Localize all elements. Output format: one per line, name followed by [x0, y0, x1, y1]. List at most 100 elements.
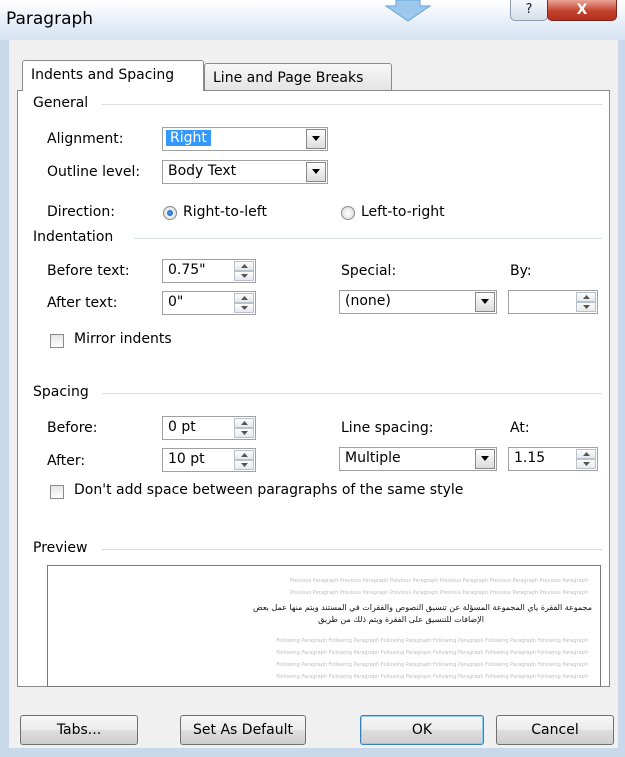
spacing-after-value: 10 pt [168, 451, 205, 467]
special-dropdown[interactable]: (none) [339, 290, 497, 314]
chevron-up-icon [241, 296, 248, 300]
section-spacing-title: Spacing [33, 384, 89, 400]
section-divider [102, 104, 602, 105]
chevron-up-icon [583, 295, 590, 299]
after-text-label: After text: [47, 295, 118, 311]
spin-down-button[interactable] [234, 460, 254, 470]
line-spacing-label: Line spacing: [341, 420, 434, 436]
spacing-before-label: Before: [47, 420, 98, 436]
by-spinner[interactable] [508, 290, 598, 314]
chevron-up-icon [241, 421, 248, 425]
radio-right-to-left[interactable] [163, 206, 177, 220]
spin-down-button[interactable] [576, 302, 596, 312]
alignment-dropdown[interactable]: Right [162, 127, 328, 151]
after-text-spinner[interactable]: 0" [162, 291, 256, 315]
spin-down-button[interactable] [234, 303, 254, 313]
section-general-title: General [33, 95, 89, 111]
dialog-title: Paragraph [6, 9, 94, 29]
alignment-dropdown-button[interactable] [306, 129, 326, 149]
special-label: Special: [341, 263, 397, 279]
chevron-down-icon [583, 462, 590, 466]
preview-pane: Previous Paragraph Previous Paragraph Pr… [47, 565, 601, 687]
direction-label: Direction: [47, 204, 115, 220]
line-spacing-value: Multiple [345, 450, 401, 466]
spin-up-button[interactable] [234, 293, 254, 303]
outline-level-dropdown-button[interactable] [306, 162, 326, 182]
after-text-value: 0" [168, 294, 184, 310]
chevron-down-icon [241, 463, 248, 467]
special-dropdown-button[interactable] [475, 292, 495, 312]
dont-add-space-checkbox[interactable] [50, 485, 64, 499]
help-button[interactable]: ? [510, 0, 548, 21]
tab-label: Line and Page Breaks [213, 70, 364, 86]
set-as-default-button[interactable]: Set As Default [180, 715, 306, 745]
before-text-label: Before text: [47, 263, 130, 279]
help-icon: ? [525, 2, 533, 17]
before-text-value: 0.75" [168, 262, 206, 278]
chevron-down-icon [312, 169, 320, 174]
window-frame-bottom [0, 748, 625, 757]
outline-level-value: Body Text [168, 163, 237, 179]
radio-left-to-right[interactable] [341, 206, 355, 220]
preview-following-line: Following Paragraph Following Paragraph … [276, 662, 588, 668]
chevron-down-icon [241, 274, 248, 278]
section-divider [134, 238, 602, 239]
spin-down-button[interactable] [234, 428, 254, 438]
preview-previous-line: Previous Paragraph Previous Paragraph Pr… [290, 578, 588, 584]
spacing-before-value: 0 pt [168, 419, 196, 435]
section-indentation-title: Indentation [33, 229, 114, 245]
line-spacing-dropdown[interactable]: Multiple [339, 447, 497, 471]
window-frame-left [0, 40, 9, 757]
right-to-left-label[interactable]: Right-to-left [183, 204, 267, 220]
tab-indents-and-spacing[interactable]: Indents and Spacing [22, 60, 204, 91]
outline-level-label: Outline level: [47, 164, 141, 180]
down-arrow-icon [384, 0, 432, 22]
alignment-label: Alignment: [47, 131, 124, 147]
at-value: 1.15 [514, 450, 546, 466]
preview-previous-line: Previous Paragraph Previous Paragraph Pr… [290, 590, 588, 596]
spacing-after-label: After: [47, 453, 86, 469]
spacing-after-spinner[interactable]: 10 pt [162, 448, 256, 472]
spacing-before-spinner[interactable]: 0 pt [162, 416, 256, 440]
chevron-down-icon [583, 305, 590, 309]
close-button[interactable]: X [547, 0, 617, 21]
mirror-indents-label[interactable]: Mirror indents [74, 331, 172, 347]
cancel-button[interactable]: Cancel [496, 715, 614, 745]
left-to-right-label[interactable]: Left-to-right [361, 204, 445, 220]
section-divider [102, 549, 602, 550]
chevron-up-icon [583, 452, 590, 456]
section-divider [102, 393, 602, 394]
chevron-down-icon [241, 431, 248, 435]
chevron-down-icon [241, 306, 248, 310]
tab-label: Indents and Spacing [31, 67, 175, 83]
chevron-down-icon [312, 136, 320, 141]
preview-following-line: Following Paragraph Following Paragraph … [276, 650, 588, 656]
tabs-button[interactable]: Tabs... [20, 715, 138, 745]
spin-up-button[interactable] [234, 418, 254, 428]
spin-up-button[interactable] [576, 292, 596, 302]
spin-up-button[interactable] [576, 449, 596, 459]
special-value: (none) [345, 293, 391, 309]
preview-sample-line: مجموعة الفقرة ياي المجموعة المسؤلة عن تن… [253, 603, 592, 612]
window-frame-right [618, 40, 625, 757]
spin-down-button[interactable] [234, 271, 254, 281]
dont-add-space-label[interactable]: Don't add space between paragraphs of th… [74, 482, 463, 498]
before-text-spinner[interactable]: 0.75" [162, 259, 256, 283]
line-spacing-dropdown-button[interactable] [475, 449, 495, 469]
spin-up-button[interactable] [234, 261, 254, 271]
ok-button[interactable]: OK [360, 715, 484, 745]
outline-level-dropdown[interactable]: Body Text [162, 160, 328, 184]
chevron-up-icon [241, 453, 248, 457]
mirror-indents-checkbox[interactable] [50, 334, 64, 348]
close-icon: X [576, 2, 588, 18]
preview-following-line: Following Paragraph Following Paragraph … [276, 638, 588, 644]
chevron-down-icon [481, 456, 489, 461]
chevron-up-icon [241, 264, 248, 268]
spin-down-button[interactable] [576, 459, 596, 469]
by-label: By: [510, 263, 532, 279]
section-preview-title: Preview [33, 540, 88, 556]
at-spinner[interactable]: 1.15 [508, 447, 598, 471]
tab-line-and-page-breaks[interactable]: Line and Page Breaks [204, 63, 392, 91]
preview-sample-line: الإضافات للتنسيق على الفقرة ويتم ذلك من … [318, 615, 484, 624]
spin-up-button[interactable] [234, 450, 254, 460]
